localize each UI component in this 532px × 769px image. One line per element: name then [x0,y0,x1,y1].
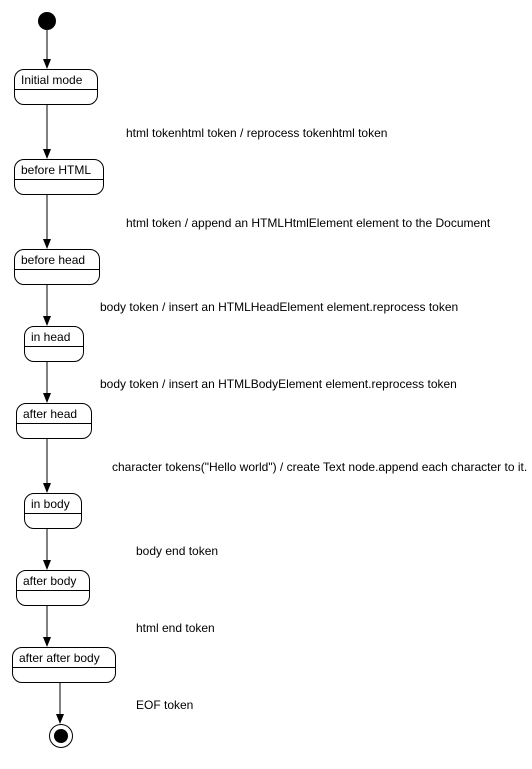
state-label: in body [25,494,81,514]
transition-label: body token / insert an HTMLHeadElement e… [100,300,458,314]
state-diagram: Initial mode before HTML before head in … [0,0,532,769]
state-after-head: after head [16,403,92,439]
state-label: after head [17,404,91,424]
initial-node [38,12,56,30]
state-before-head: before head [14,249,100,285]
transition-label: character tokens("Hello world") / create… [112,460,527,474]
state-label: Initial mode [15,70,97,90]
state-label: after after body [13,648,115,668]
transition-label: html token / append an HTMLHtmlElement e… [126,216,490,230]
state-label: before HTML [15,160,103,180]
state-after-after-body: after after body [12,647,116,683]
state-initial-mode: Initial mode [14,69,98,105]
state-label: after body [17,571,89,591]
transition-label: body end token [136,544,218,558]
state-in-body: in body [24,493,82,529]
transition-label: EOF token [136,698,193,712]
transition-label: body token / insert an HTMLBodyElement e… [100,377,457,391]
state-label: before head [15,250,99,270]
transition-label: html tokenhtml token / reprocess tokenht… [126,126,387,140]
state-before-html: before HTML [14,159,104,195]
final-node [49,724,73,748]
transition-label: html end token [136,621,215,635]
state-label: in head [25,327,83,347]
state-after-body: after body [16,570,90,606]
state-in-head: in head [24,326,84,362]
